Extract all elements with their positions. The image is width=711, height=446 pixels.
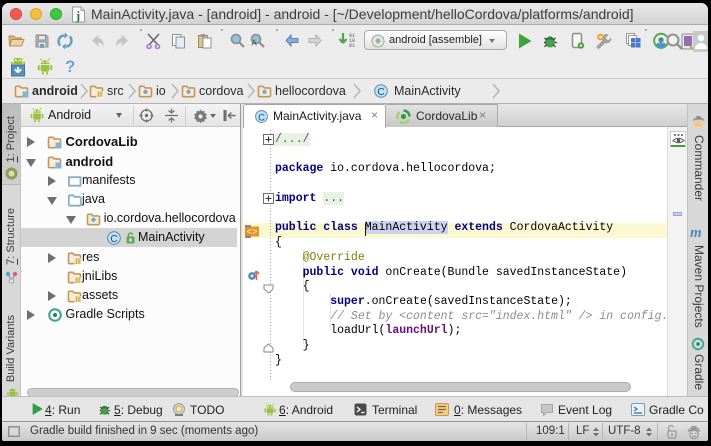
svg-text:C: C (377, 87, 384, 98)
svg-text:A: A (251, 39, 257, 48)
svg-text:<>: <> (247, 228, 258, 238)
svg-text:C: C (258, 112, 265, 122)
svg-text:C: C (110, 234, 117, 245)
svg-text:j: j (75, 8, 80, 23)
svg-text:01: 01 (349, 43, 355, 49)
